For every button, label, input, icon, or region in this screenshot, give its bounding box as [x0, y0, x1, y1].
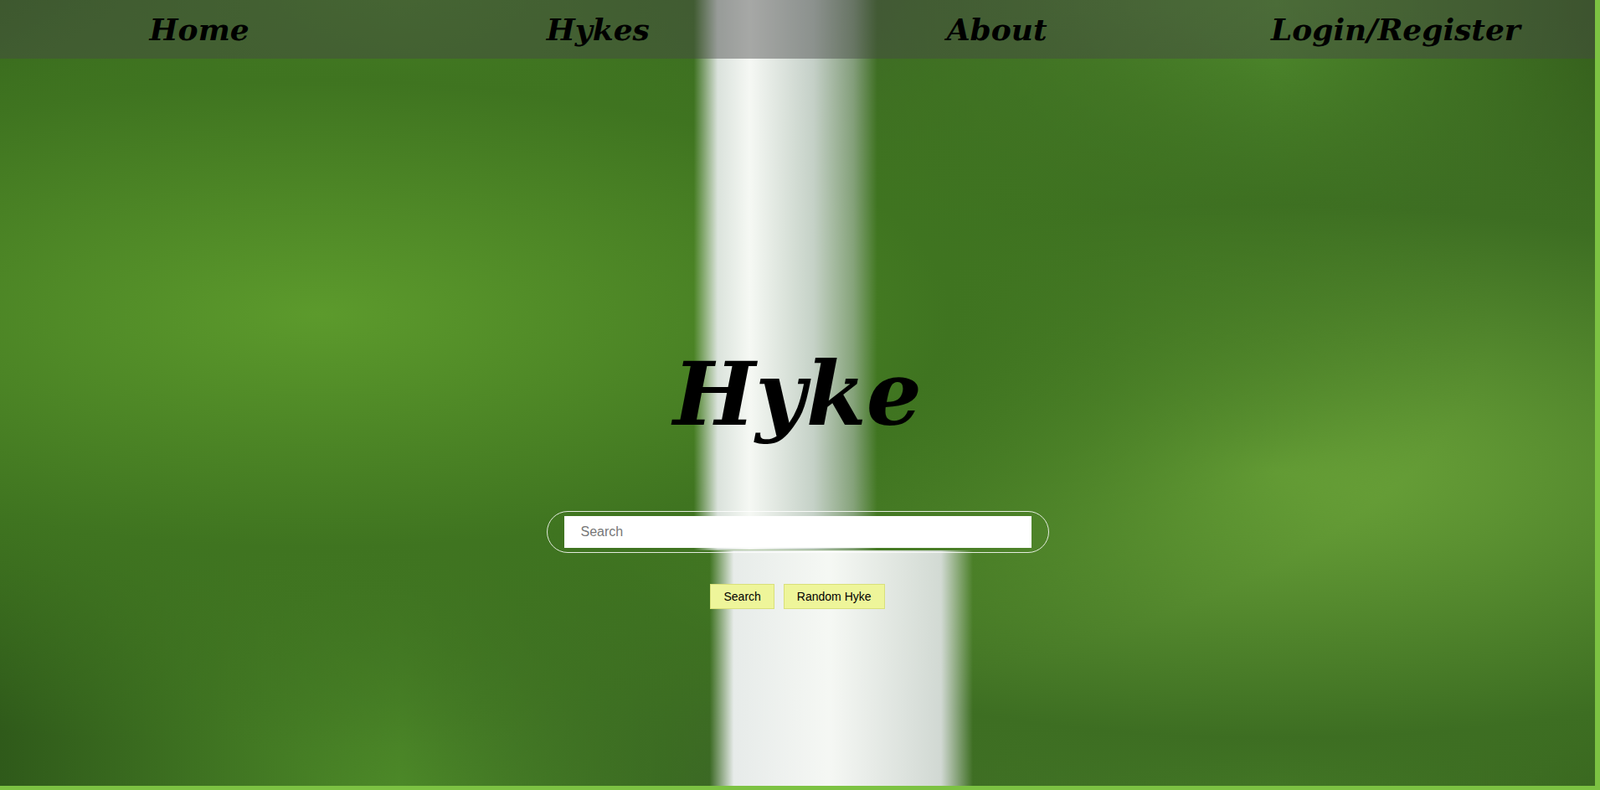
- nav-link[interactable]: Hykes: [540, 6, 657, 52]
- hero: Hyke Search Random Hyke: [0, 58, 1595, 786]
- site-title: Hyke: [673, 339, 922, 449]
- nav-link[interactable]: Login/Register: [1264, 6, 1528, 52]
- page: Home Hykes About Login/Register Hyke Search Ra…: [0, 0, 1595, 786]
- nav-bar: Home Hykes About Login/Register: [0, 0, 1595, 59]
- action-button[interactable]: Random Hyke: [783, 583, 885, 609]
- button-row: Search Random Hyke: [709, 583, 885, 609]
- search-input[interactable]: [564, 515, 1032, 548]
- search-form: [546, 510, 1050, 553]
- nav-link[interactable]: Home: [143, 6, 257, 52]
- nav-link[interactable]: About: [940, 6, 1055, 52]
- action-button[interactable]: Search: [709, 583, 774, 609]
